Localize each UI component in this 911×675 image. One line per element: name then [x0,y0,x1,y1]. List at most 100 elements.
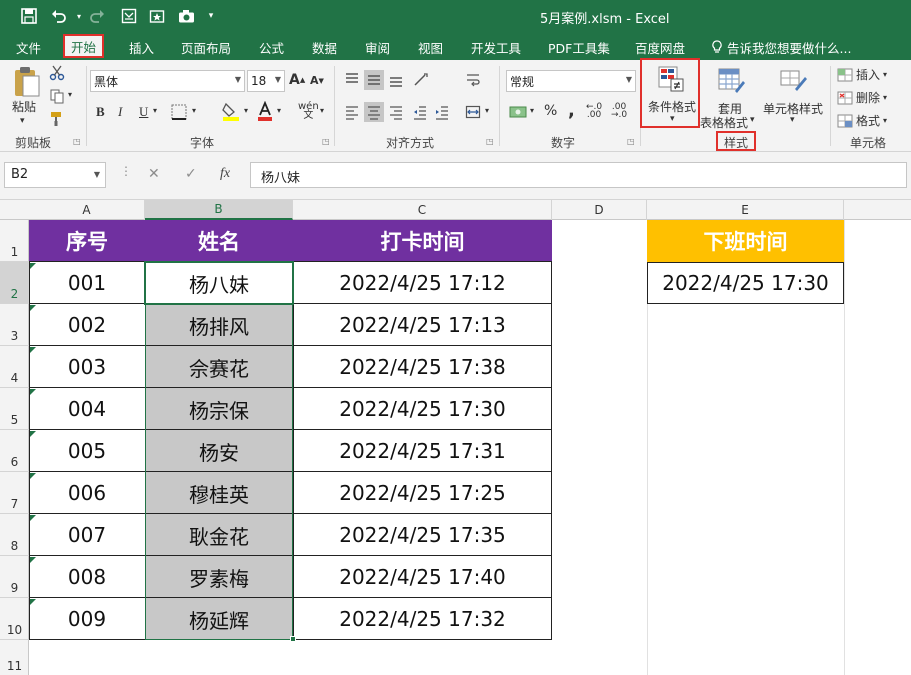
number-as-text-indicator[interactable] [30,263,36,269]
header-cell-name[interactable]: 姓名 [145,220,293,262]
copy-icon[interactable] [48,87,66,105]
cell-styles-dropdown-icon[interactable]: ▾ [790,115,795,125]
name-box[interactable]: B2 ▼ [4,162,106,188]
underline-dropdown-icon[interactable]: ▾ [153,106,157,115]
cell-time[interactable]: 2022/4/25 17:40 [293,556,552,598]
tab-data[interactable]: 数据 [312,36,337,58]
font-launcher-icon[interactable]: ◳ [322,137,330,146]
decrease-font-button[interactable]: A ▼ [310,74,324,87]
font-size-select[interactable]: 18 ▼ [247,70,285,92]
cell-time[interactable]: 2022/4/25 17:25 [293,472,552,514]
offwork-header-cell[interactable]: 下班时间 [647,220,844,262]
cell-time[interactable]: 2022/4/25 17:32 [293,598,552,640]
tab-review[interactable]: 审阅 [365,36,390,58]
number-format-select[interactable]: 常规 ▼ [506,70,636,92]
decrease-indent-icon[interactable] [410,102,430,122]
row-header[interactable]: 2 [0,262,29,304]
save-icon[interactable] [18,5,40,27]
number-as-text-indicator[interactable] [30,305,36,311]
align-middle-icon[interactable] [364,70,384,90]
increase-indent-icon[interactable] [432,102,452,122]
align-right-icon[interactable] [386,102,406,122]
row-header[interactable]: 3 [0,304,29,346]
offwork-value-cell[interactable]: 2022/4/25 17:30 [647,262,844,304]
conditional-format-button[interactable]: 条件格式 [648,98,696,115]
column-header-e[interactable]: E [647,200,844,220]
header-cell-seq[interactable]: 序号 [29,220,145,262]
formula-input[interactable]: 杨八妹 [250,162,907,188]
star-form-icon[interactable] [146,5,168,27]
cancel-entry-icon[interactable]: ✕ [148,166,160,182]
tab-home[interactable]: 开始 [63,34,105,58]
font-color-dropdown-icon[interactable]: ▾ [277,106,281,115]
cell-seq[interactable]: 003 [29,346,145,388]
format-cells-button[interactable]: 格式 ▾ [837,112,887,129]
row-header[interactable]: 4 [0,346,29,388]
row-header[interactable]: 9 [0,556,29,598]
align-bottom-icon[interactable] [386,70,406,90]
fill-handle[interactable] [290,636,296,642]
column-header-d[interactable]: D [552,200,647,220]
border-dropdown-icon[interactable]: ▾ [192,106,196,115]
align-top-icon[interactable] [342,70,362,90]
cell-time[interactable]: 2022/4/25 17:31 [293,430,552,472]
cell-seq[interactable]: 001 [29,262,145,304]
number-as-text-indicator[interactable] [30,557,36,563]
customize-qat-icon[interactable]: ▾ [200,5,222,27]
column-header-a[interactable]: A [29,200,145,220]
increase-decimal-button[interactable]: ←.0.00 [586,103,602,120]
cell-time[interactable]: 2022/4/25 17:38 [293,346,552,388]
decrease-decimal-button[interactable]: .00 →.0 [611,103,627,120]
cell-time[interactable]: 2022/4/25 17:13 [293,304,552,346]
cell-seq[interactable]: 007 [29,514,145,556]
tab-view[interactable]: 视图 [418,36,443,58]
conditional-format-dropdown-icon[interactable]: ▾ [670,114,675,124]
copy-dropdown-icon[interactable]: ▾ [68,90,72,99]
italic-button[interactable]: I [118,104,122,120]
percent-button[interactable]: % [544,103,557,119]
text-orientation-icon[interactable] [410,70,432,90]
row-header[interactable]: 6 [0,430,29,472]
conditional-format-icon[interactable] [656,64,686,94]
cell-time[interactable]: 2022/4/25 17:30 [293,388,552,430]
phonetic-button[interactable]: wén 文 [298,102,319,121]
cell-time[interactable]: 2022/4/25 17:35 [293,514,552,556]
tab-page-layout[interactable]: 页面布局 [181,36,231,58]
align-left-icon[interactable] [342,102,362,122]
worksheet-grid[interactable]: 序号 姓名 打卡时间 001 杨八妹 2022/4/25 17:12 002 杨排风 20… [29,220,911,675]
cell-seq[interactable]: 008 [29,556,145,598]
clipboard-launcher-icon[interactable]: ◳ [73,137,81,146]
row-header[interactable]: 10 [0,598,29,640]
header-cell-time[interactable]: 打卡时间 [293,220,552,262]
tab-formulas[interactable]: 公式 [259,36,284,58]
cell-seq[interactable]: 005 [29,430,145,472]
number-as-text-indicator[interactable] [30,347,36,353]
comma-button[interactable]: , [568,100,575,121]
tab-insert[interactable]: 插入 [129,36,154,58]
fill-color-dropdown-icon[interactable]: ▾ [244,106,248,115]
delete-cells-button[interactable]: 删除 ▾ [837,89,887,106]
cut-icon[interactable] [48,64,66,82]
tab-baidu-netdisk[interactable]: 百度网盘 [635,36,685,58]
font-name-select[interactable]: 黑体 ▼ [90,70,245,92]
camera-icon[interactable] [175,5,197,27]
merge-center-icon[interactable] [463,102,483,122]
format-painter-icon[interactable] [48,110,66,128]
currency-dropdown-icon[interactable]: ▾ [530,106,534,115]
font-color-icon[interactable] [255,100,275,122]
fill-color-icon[interactable] [220,100,242,122]
column-header-c[interactable]: C [293,200,552,220]
row-header[interactable]: 1 [0,220,29,262]
number-as-text-indicator[interactable] [30,599,36,605]
column-header-b[interactable]: B [145,200,293,220]
cell-seq[interactable]: 004 [29,388,145,430]
format-as-table-icon[interactable] [716,66,746,94]
paste-dropdown-icon[interactable]: ▾ [20,116,25,126]
increase-font-button[interactable]: A ▲ [289,72,305,88]
number-as-text-indicator[interactable] [30,473,36,479]
row-header[interactable]: 11 [0,640,29,675]
row-header[interactable]: 8 [0,514,29,556]
wrap-text-icon[interactable] [463,70,483,90]
alignment-launcher-icon[interactable]: ◳ [486,137,494,146]
tab-file[interactable]: 文件 [16,36,41,58]
